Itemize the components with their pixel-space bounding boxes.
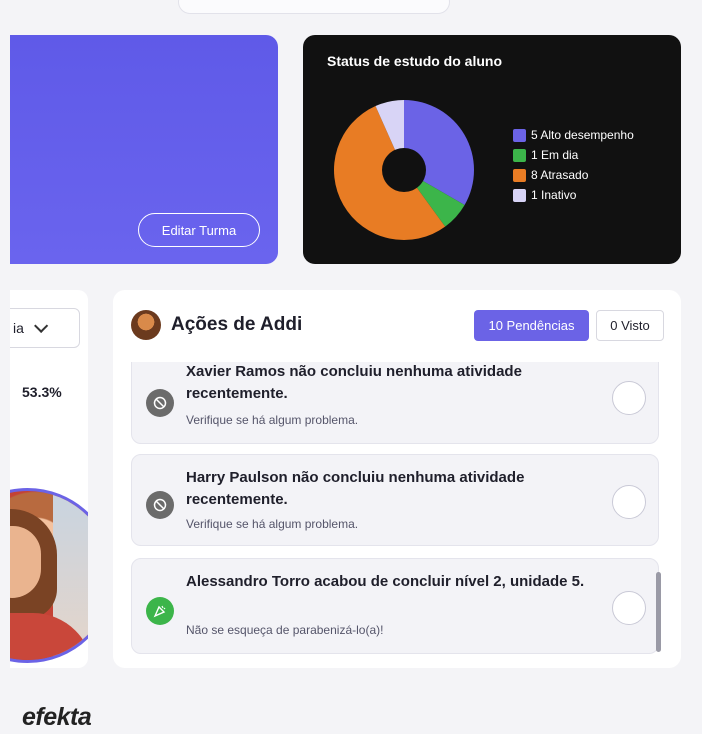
legend-item-late: 8 Atrasado [513, 165, 634, 185]
seen-tab-button[interactable]: 0 Visto [596, 310, 664, 341]
party-icon [146, 597, 174, 625]
feed-item: Harry Paulson não concluiu nenhuma ativi… [131, 454, 659, 546]
feed-item: Alessandro Torro acabou de concluir níve… [131, 558, 659, 654]
mark-done-checkbox[interactable] [612, 381, 646, 415]
mark-done-checkbox[interactable] [612, 591, 646, 625]
pending-tab-button[interactable]: 10 Pendências [474, 310, 589, 341]
actions-feed[interactable]: Xavier Ramos não concluiu nenhuma ativid… [113, 362, 681, 654]
class-card: Editar Turma [10, 35, 278, 264]
top-search-pill[interactable] [178, 0, 450, 14]
legend-swatch [513, 188, 526, 202]
legend-item-inactive: 1 Inativo [513, 185, 634, 205]
feed-item-subtitle: Verifique se há algum problema. [186, 413, 359, 427]
period-select[interactable]: ia [10, 308, 80, 348]
addi-actions-card: Ações de Addi 10 Pendências 0 Visto Xavi… [113, 290, 681, 668]
status-card-title: Status de estudo do aluno [327, 53, 503, 69]
legend-item-high-performance: 5 Alto desempenho [513, 125, 634, 145]
clock-icon [146, 389, 174, 417]
legend-label: 5 Alto desempenho [531, 128, 634, 142]
addi-avatar [131, 310, 161, 340]
clock-icon [146, 491, 174, 519]
edit-class-button[interactable]: Editar Turma [138, 213, 260, 247]
chevron-down-icon [33, 318, 49, 333]
brand-logo: efekta [22, 703, 92, 731]
donut-hole [382, 148, 426, 192]
student-status-card: Status de estudo do aluno 5 Alto desempe… [303, 35, 681, 264]
status-pie-svg [334, 100, 474, 240]
legend-item-on-track: 1 Em dia [513, 145, 634, 165]
feed-item-title: Alessandro Torro acabou de concluir níve… [186, 573, 585, 590]
percentage-value: 53.3% [22, 384, 62, 400]
status-legend: 5 Alto desempenho 1 Em dia 8 Atrasado 1 … [513, 125, 634, 205]
feed-item-title: Xavier Ramos não concluiu nenhuma ativid… [186, 363, 522, 402]
actions-header: Ações de Addi [131, 310, 302, 340]
legend-label: 1 Inativo [531, 188, 577, 202]
feed-scrollbar[interactable] [656, 572, 661, 652]
period-select-value: ia [13, 320, 24, 336]
legend-label: 8 Atrasado [531, 168, 589, 182]
legend-swatch [513, 128, 526, 142]
actions-title: Ações de Addi [171, 314, 303, 335]
feed-item-title: Harry Paulson não concluiu nenhuma ativi… [186, 469, 525, 508]
student-avatar [10, 488, 88, 663]
legend-swatch [513, 148, 526, 162]
feed-item: Xavier Ramos não concluiu nenhuma ativid… [131, 362, 659, 444]
status-pie-chart [331, 97, 477, 243]
legend-swatch [513, 168, 526, 182]
legend-label: 1 Em dia [531, 148, 579, 162]
top-strip [0, 0, 702, 30]
feed-item-subtitle: Verifique se há algum problema. [186, 517, 359, 531]
feed-item-subtitle: Não se esqueça de parabenizá-lo(a)! [186, 623, 384, 637]
left-stats-panel: ia 53.3% [10, 290, 88, 668]
mark-done-checkbox[interactable] [612, 485, 646, 519]
